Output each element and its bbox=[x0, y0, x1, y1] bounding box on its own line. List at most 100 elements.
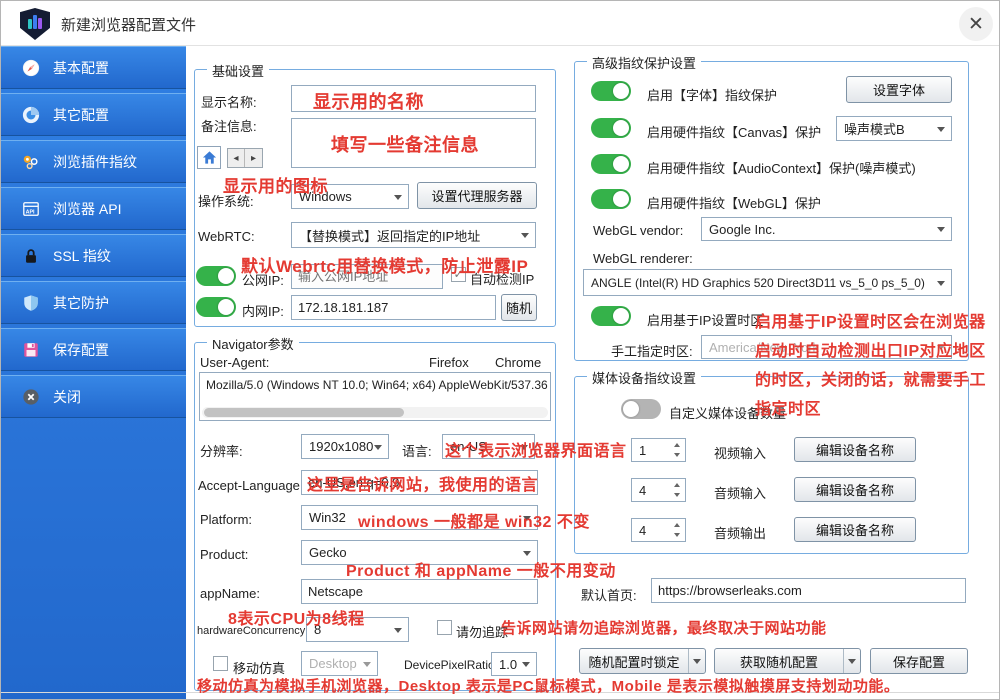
svg-text:API: API bbox=[26, 209, 35, 215]
resolution-label: 分辨率: bbox=[200, 441, 243, 460]
spinner-up-icon[interactable] bbox=[669, 480, 684, 490]
compass-icon bbox=[21, 58, 41, 78]
appname-label: appName: bbox=[200, 586, 260, 601]
ua-scrollbar[interactable] bbox=[202, 407, 548, 418]
proxy-settings-button[interactable]: 设置代理服务器 bbox=[417, 182, 537, 209]
audiocontext-fingerprint-toggle[interactable] bbox=[591, 154, 631, 174]
sidebar-item-label: 其它防护 bbox=[53, 293, 109, 313]
sidebar-item-browser-api[interactable]: API 浏览器 API bbox=[1, 187, 186, 230]
sidebar-item-label: 基本配置 bbox=[53, 58, 109, 78]
annotation-display-name: 显示用的名称 bbox=[313, 88, 424, 114]
chevron-down-icon[interactable] bbox=[688, 649, 705, 673]
video-input-count-stepper[interactable]: 1 bbox=[631, 438, 686, 462]
appname-input[interactable] bbox=[301, 579, 538, 604]
random-config-lock-button[interactable]: 随机配置时锁定 bbox=[579, 648, 706, 674]
edit-video-device-names-button[interactable]: 编辑设备名称 bbox=[794, 437, 916, 462]
product-value: Gecko bbox=[309, 545, 347, 560]
ip-timezone-label: 启用基于IP设置时区 bbox=[647, 310, 763, 329]
random-config-lock-label: 随机配置时锁定 bbox=[588, 652, 679, 671]
do-not-track-checkbox[interactable] bbox=[437, 620, 452, 635]
webgl-fingerprint-toggle[interactable] bbox=[591, 189, 631, 209]
spinner-up-icon[interactable] bbox=[669, 520, 684, 530]
sidebar-item-save-config[interactable]: 保存配置 bbox=[1, 328, 186, 371]
sidebar-item-plugin-fingerprint[interactable]: 浏览插件指纹 bbox=[1, 140, 186, 183]
chevron-down-icon bbox=[374, 445, 382, 450]
sidebar-item-ssl-fingerprint[interactable]: SSL 指纹 bbox=[1, 234, 186, 277]
audio-output-count-stepper[interactable]: 4 bbox=[631, 518, 686, 542]
prev-arrow-icon[interactable]: ◂ bbox=[228, 149, 245, 167]
sidebar-item-other-config[interactable]: 其它配置 bbox=[1, 93, 186, 136]
resolution-value: 1920x1080 bbox=[309, 439, 373, 454]
annotation-language: 这个表示浏览器界面语言 bbox=[445, 437, 627, 461]
sidebar-item-other-protection[interactable]: 其它防护 bbox=[1, 281, 186, 324]
canvas-noise-mode-select[interactable]: 噪声模式B bbox=[836, 116, 952, 141]
homepage-input[interactable] bbox=[651, 578, 966, 603]
mobile-mode-value: Desktop bbox=[309, 656, 357, 671]
edit-audio-output-device-names-button[interactable]: 编辑设备名称 bbox=[794, 517, 916, 542]
lan-ip-input[interactable] bbox=[291, 295, 496, 320]
icon-pager[interactable]: ◂▸ bbox=[227, 148, 263, 168]
annotation-remark: 填写一些备注信息 bbox=[331, 131, 479, 157]
chrome-link[interactable]: Chrome bbox=[495, 355, 541, 370]
chevron-down-icon bbox=[523, 551, 531, 556]
webrtc-mode-value: 【替换模式】返回指定的IP地址 bbox=[299, 226, 480, 245]
home-icon-button[interactable] bbox=[197, 146, 221, 169]
canvas-fingerprint-toggle[interactable] bbox=[591, 118, 631, 138]
set-fonts-button[interactable]: 设置字体 bbox=[846, 76, 952, 103]
lan-ip-toggle[interactable] bbox=[196, 297, 236, 317]
spinner-down-icon[interactable] bbox=[669, 490, 684, 500]
mobile-emulation-checkbox[interactable] bbox=[213, 656, 228, 671]
save-config-button[interactable]: 保存配置 bbox=[870, 648, 968, 674]
chevron-down-icon[interactable] bbox=[843, 649, 860, 673]
spinner-down-icon[interactable] bbox=[669, 450, 684, 460]
basic-settings-legend: 基础设置 bbox=[207, 61, 269, 80]
webgl-renderer-select[interactable]: ANGLE (Intel(R) HD Graphics 520 Direct3D… bbox=[583, 269, 952, 296]
sidebar-item-label: 浏览器 API bbox=[53, 199, 121, 219]
plugin-gears-icon bbox=[21, 152, 41, 172]
get-random-config-button[interactable]: 获取随机配置 bbox=[714, 648, 861, 674]
random-ip-button[interactable]: 随机 bbox=[501, 294, 537, 321]
navigator-legend: Navigator参数 bbox=[207, 334, 299, 353]
device-pixel-ratio-select[interactable]: 1.0 bbox=[491, 652, 537, 676]
font-fingerprint-toggle[interactable] bbox=[591, 81, 631, 101]
annotation-platform: windows 一般都是 win32 不变 bbox=[358, 508, 590, 532]
spinner-down-icon[interactable] bbox=[669, 530, 684, 540]
sidebar-item-label: 保存配置 bbox=[53, 340, 109, 360]
edit-audio-input-device-names-button[interactable]: 编辑设备名称 bbox=[794, 477, 916, 502]
close-window-button[interactable]: ✕ bbox=[959, 7, 993, 41]
home-icon bbox=[202, 150, 217, 165]
sidebar-item-close[interactable]: 关闭 bbox=[1, 375, 186, 418]
webgl-vendor-value: Google Inc. bbox=[709, 222, 776, 237]
chevron-down-icon bbox=[522, 662, 530, 667]
canvas-noise-mode-value: 噪声模式B bbox=[844, 119, 905, 138]
spinner-up-icon[interactable] bbox=[669, 440, 684, 450]
video-input-count: 1 bbox=[639, 443, 646, 458]
firefox-link[interactable]: Firefox bbox=[429, 355, 469, 370]
annotation-accept-language: 这里是告诉网站，我使用的语言 bbox=[307, 471, 538, 495]
video-input-label: 视频输入 bbox=[714, 443, 766, 462]
chevron-down-icon bbox=[394, 628, 402, 633]
mobile-mode-select[interactable]: Desktop bbox=[301, 651, 378, 676]
sidebar-item-label: 其它配置 bbox=[53, 105, 109, 125]
audio-input-count: 4 bbox=[639, 483, 646, 498]
annotation-hardware: 8表示CPU为8线程 bbox=[228, 605, 365, 629]
api-window-icon: API bbox=[21, 199, 41, 219]
sidebar-item-basic-config[interactable]: 基本配置 bbox=[1, 46, 186, 89]
user-agent-box[interactable]: Mozilla/5.0 (Windows NT 10.0; Win64; x64… bbox=[199, 372, 551, 421]
new-browser-profile-window: 新建浏览器配置文件 ✕ 基本配置 其它配置 浏览插件指纹 API bbox=[0, 0, 1000, 700]
audio-input-count-stepper[interactable]: 4 bbox=[631, 478, 686, 502]
resolution-select[interactable]: 1920x1080 bbox=[301, 434, 389, 459]
lan-ip-label: 内网IP: bbox=[242, 301, 284, 320]
public-ip-toggle[interactable] bbox=[196, 266, 236, 286]
webgl-vendor-select[interactable]: Google Inc. bbox=[701, 217, 952, 241]
sidebar-item-label: 关闭 bbox=[53, 387, 81, 407]
ua-scrollbar-thumb[interactable] bbox=[204, 408, 404, 417]
chevron-down-icon bbox=[937, 127, 945, 132]
next-arrow-icon[interactable]: ▸ bbox=[245, 149, 262, 167]
annotation-webrtc: 默认Webrtc用替换模式，防止泄露IP bbox=[241, 252, 528, 277]
custom-media-device-toggle[interactable] bbox=[621, 399, 661, 419]
platform-label: Platform: bbox=[200, 512, 252, 527]
webrtc-mode-select[interactable]: 【替换模式】返回指定的IP地址 bbox=[291, 222, 536, 248]
user-agent-label: User-Agent: bbox=[200, 355, 269, 370]
ip-timezone-toggle[interactable] bbox=[591, 306, 631, 326]
